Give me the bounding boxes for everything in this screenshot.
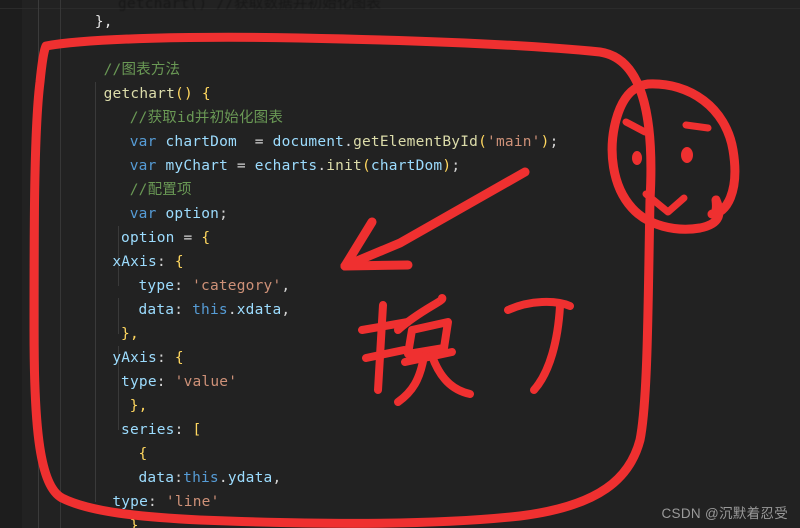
code-token: . [227, 302, 237, 318]
code-token: , [281, 302, 291, 318]
code-token: ydata [227, 470, 273, 486]
code-token: ) [442, 158, 452, 174]
code-token: chartDom [370, 158, 443, 174]
code-line[interactable]: }, [95, 10, 113, 34]
code-token: chartDom [165, 134, 237, 150]
code-token: xdata [236, 302, 282, 318]
code-token: ( [361, 158, 371, 174]
code-line[interactable]: //配置项 [130, 178, 192, 202]
code-line[interactable]: }, [130, 394, 148, 418]
code-token: 'category' [192, 278, 282, 294]
code-token: ; [549, 134, 559, 150]
code-token: () { [175, 86, 211, 102]
code-token: . [317, 158, 327, 174]
code-token: option [165, 206, 220, 222]
code-token: var [129, 206, 166, 222]
code-line[interactable]: } [130, 514, 139, 528]
code-token: //获取id并初始化图表 [129, 110, 284, 126]
code-token: getchart [103, 86, 176, 102]
code-token: : [156, 350, 175, 366]
code-line[interactable]: //获取id并初始化图表 [130, 106, 283, 130]
code-token: }, [121, 326, 139, 342]
code-token: data [138, 302, 175, 318]
code-area[interactable]: },//图表方法 getchart() {//获取id并初始化图表 var char… [0, 0, 800, 528]
code-token: : [156, 254, 175, 270]
code-token: : [174, 470, 184, 486]
code-line[interactable]: yAxis: { [112, 346, 183, 370]
code-line[interactable]: var option; [130, 202, 228, 226]
code-line[interactable]: type: 'value' [121, 370, 237, 394]
code-line[interactable]: var chartDom = document.getElementById('… [130, 130, 559, 154]
code-token: : [156, 374, 175, 390]
code-token: 'line' [165, 494, 220, 510]
code-token: , [272, 470, 282, 486]
code-line[interactable]: }, [121, 322, 139, 346]
code-token: ) [540, 134, 550, 150]
code-token: //配置项 [129, 182, 192, 198]
code-token: 'main' [487, 134, 541, 150]
code-token: getElementById [353, 134, 479, 150]
code-token: data [138, 470, 175, 486]
code-line[interactable]: option = { [121, 226, 210, 250]
code-token: //图表方法 [103, 62, 181, 78]
code-token: yAxis [112, 350, 157, 366]
code-token: 'value' [174, 374, 238, 390]
code-token: this [192, 302, 228, 318]
code-token: document [272, 134, 345, 150]
code-token: myChart [165, 158, 228, 174]
code-line[interactable]: type: 'line' [112, 490, 219, 514]
code-line[interactable]: data:this.ydata, [138, 466, 281, 490]
code-token: }, [129, 398, 148, 414]
code-line[interactable]: type: 'category', [138, 274, 290, 298]
code-line[interactable]: data: this.xdata, [138, 298, 290, 322]
code-token: : [174, 422, 193, 438]
code-token: echarts [254, 158, 318, 174]
code-token: { [174, 254, 184, 270]
code-token: type [121, 374, 157, 390]
code-token: var [129, 134, 166, 150]
code-token: { [174, 350, 184, 366]
csdn-watermark: CSDN @沉默着忍受 [661, 506, 788, 521]
code-token: ; [219, 206, 229, 222]
code-token: : [148, 494, 166, 510]
code-token: type [112, 494, 149, 510]
code-token: option [121, 230, 175, 246]
code-line[interactable]: { [138, 442, 147, 466]
code-token: { [201, 230, 211, 246]
code-token: var [129, 158, 166, 174]
code-token: type [138, 278, 175, 294]
code-token: this [183, 470, 219, 486]
code-token: : [174, 278, 193, 294]
code-token: = [174, 230, 202, 246]
code-token: ; [451, 158, 461, 174]
code-token: ( [478, 134, 488, 150]
code-token: { [138, 446, 148, 462]
code-line[interactable]: getchart() { [104, 82, 211, 106]
code-token: = [228, 158, 255, 174]
code-token: xAxis [112, 254, 157, 270]
code-token: , [281, 278, 291, 294]
editor-screenshot: getchart() //获取数据并初始化图表 },//图表方法 getchart… [0, 0, 800, 528]
code-line[interactable]: var myChart = echarts.init(chartDom); [130, 154, 461, 178]
code-token: . [218, 470, 228, 486]
code-token: [ [192, 422, 202, 438]
code-line[interactable]: xAxis: { [112, 250, 183, 274]
code-token: series [121, 422, 175, 438]
code-line[interactable]: //图表方法 [104, 58, 181, 82]
code-token: init [326, 158, 362, 174]
code-token: . [344, 134, 354, 150]
code-token: = [236, 134, 273, 150]
code-token: }, [94, 14, 113, 30]
code-line[interactable]: series: [ [121, 418, 201, 442]
code-token: } [129, 518, 139, 528]
code-token: : [174, 302, 193, 318]
